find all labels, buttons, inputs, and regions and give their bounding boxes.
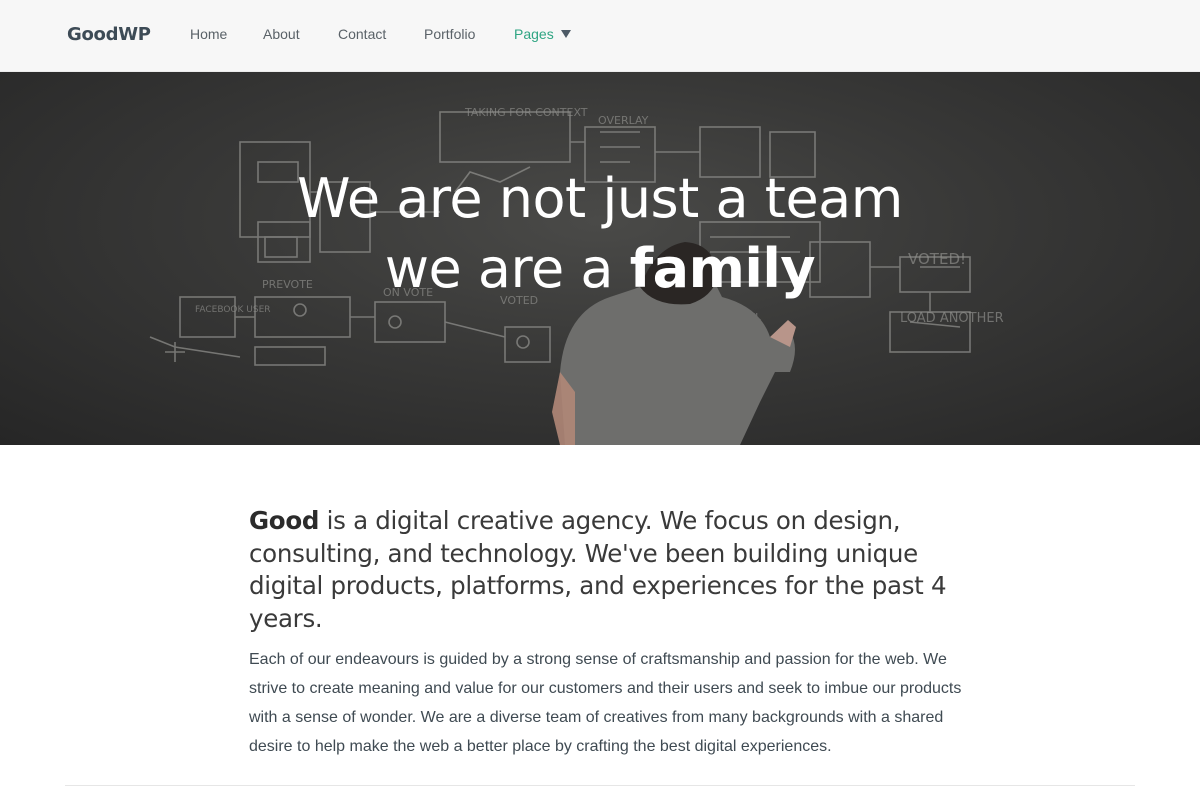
nav-item-contact[interactable]: Contact — [338, 26, 386, 42]
hero-banner: TAKING FOR CONTEXT OVERLAY VOTED! PREVOT… — [0, 72, 1200, 445]
intro-lead-text: is a digital creative agency. We focus o… — [249, 506, 947, 633]
hero-heading-line-1: We are not just a team — [297, 167, 903, 230]
top-navbar: GoodWP Home About Contact Portfolio Page… — [0, 0, 1200, 72]
nav-item-pages[interactable]: Pages — [514, 26, 554, 42]
nav-item-about[interactable]: About — [263, 26, 300, 42]
sketch-label: LOAD ANOTHER — [900, 311, 1004, 326]
intro-brand-emphasis: Good — [249, 506, 320, 535]
hero-heading-line-2: we are a family — [0, 234, 1200, 304]
hero-heading-prefix: we are a — [384, 237, 630, 300]
sketch-label: TAKING FOR CONTEXT — [464, 106, 588, 119]
intro-lead-paragraph: Good is a digital creative agency. We fo… — [249, 505, 969, 635]
intro-body-paragraph: Each of our endeavours is guided by a st… — [249, 651, 962, 755]
sketch-label: FACEBOOK USER — [195, 305, 271, 315]
nav-item-portfolio[interactable]: Portfolio — [424, 26, 475, 42]
sketch-label: OVERLAY — [598, 114, 649, 127]
section-divider — [65, 785, 1135, 786]
site-logo[interactable]: GoodWP — [67, 24, 151, 45]
nav-item-home[interactable]: Home — [190, 26, 227, 42]
chevron-down-icon[interactable] — [561, 30, 571, 38]
hero-heading-emphasis: family — [629, 237, 816, 300]
